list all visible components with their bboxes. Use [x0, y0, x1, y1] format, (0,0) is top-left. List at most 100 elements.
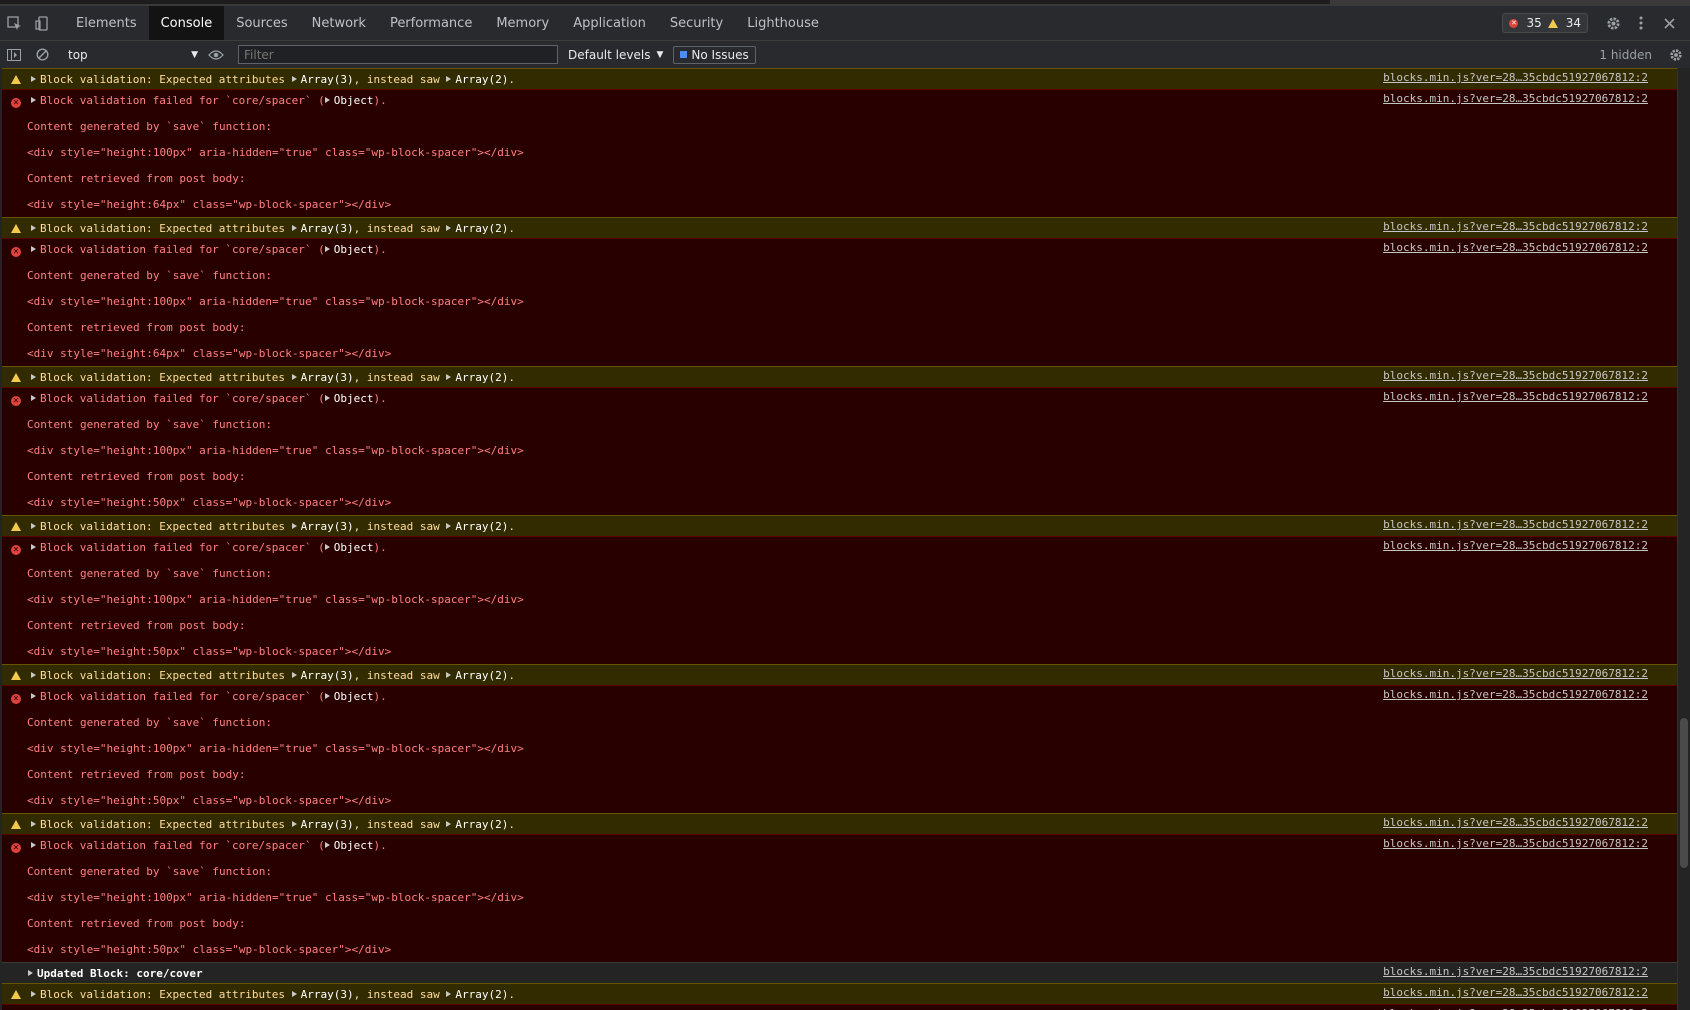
expand-object-icon[interactable]	[324, 544, 330, 550]
close-devtools-icon[interactable]	[1656, 10, 1682, 36]
source-link[interactable]: blocks.min.js?ver=28…35cbdc51927067812:2	[1383, 92, 1648, 105]
source-link[interactable]: blocks.min.js?ver=28…35cbdc51927067812:2	[1383, 369, 1648, 382]
issue-counts[interactable]: ✕ 35 34	[1502, 13, 1588, 33]
expand-message-icon[interactable]	[28, 970, 33, 976]
console-warning-message[interactable]: Block validation: Expected attributes Ar…	[2, 664, 1678, 685]
expand-object-icon[interactable]	[324, 693, 330, 699]
show-sidebar-icon[interactable]	[0, 41, 28, 68]
array-expected: Array(3)	[300, 988, 354, 1001]
tab-memory[interactable]: Memory	[484, 6, 561, 40]
tab-network[interactable]: Network	[300, 6, 378, 40]
source-link[interactable]: blocks.min.js?ver=28…35cbdc51927067812:2	[1383, 390, 1648, 403]
inspect-element-icon[interactable]	[0, 6, 28, 40]
hidden-messages-count: 1 hidden	[1599, 47, 1652, 62]
expand-message-icon[interactable]	[31, 821, 36, 827]
tab-console[interactable]: Console	[148, 6, 225, 40]
expand-array-icon[interactable]	[291, 523, 297, 529]
console-warning-message[interactable]: Block validation: Expected attributes Ar…	[2, 813, 1678, 834]
expand-message-icon[interactable]	[31, 97, 36, 103]
source-link[interactable]: blocks.min.js?ver=28…35cbdc51927067812:2	[1383, 518, 1648, 531]
console-warning-message[interactable]: Block validation: Expected attributes Ar…	[2, 366, 1678, 387]
live-expression-eye-icon[interactable]	[202, 41, 230, 68]
expand-array-icon[interactable]	[291, 821, 297, 827]
tab-performance[interactable]: Performance	[378, 6, 484, 40]
device-toolbar-icon[interactable]	[28, 6, 56, 40]
source-link[interactable]: blocks.min.js?ver=28…35cbdc51927067812:2	[1383, 71, 1648, 84]
warning-text: Block validation: Expected attributes	[40, 222, 286, 235]
expand-message-icon[interactable]	[31, 246, 36, 252]
filter-input[interactable]	[238, 45, 558, 64]
expand-array-icon[interactable]	[291, 374, 297, 380]
source-link[interactable]: blocks.min.js?ver=28…35cbdc51927067812:2	[1383, 816, 1648, 829]
source-link[interactable]: blocks.min.js?ver=28…35cbdc51927067812:2	[1383, 986, 1648, 999]
console-error-message[interactable]: ✕Block validation failed for `core/space…	[2, 387, 1678, 515]
expand-array-icon[interactable]	[446, 76, 452, 82]
expand-array-icon[interactable]	[446, 672, 452, 678]
scrollbar-thumb[interactable]	[1680, 718, 1688, 868]
expand-message-icon[interactable]	[31, 991, 36, 997]
expand-message-icon[interactable]	[31, 842, 36, 848]
expand-array-icon[interactable]	[446, 225, 452, 231]
console-error-message[interactable]: ✕Block validation failed for `core/space…	[2, 89, 1678, 217]
source-link[interactable]: blocks.min.js?ver=28…35cbdc51927067812:2	[1383, 220, 1648, 233]
console-warning-message[interactable]: Block validation: Expected attributes Ar…	[2, 68, 1678, 89]
source-link[interactable]: blocks.min.js?ver=28…35cbdc51927067812:2	[1383, 688, 1648, 701]
console-error-message[interactable]: ✕Block validation failed for `core/space…	[2, 685, 1678, 813]
expand-object-icon[interactable]	[324, 97, 330, 103]
tab-sources[interactable]: Sources	[224, 6, 299, 40]
warning-icon	[11, 521, 21, 534]
expand-message-icon[interactable]	[31, 672, 36, 678]
expand-array-icon[interactable]	[446, 991, 452, 997]
tab-security[interactable]: Security	[658, 6, 735, 40]
expand-array-icon[interactable]	[446, 523, 452, 529]
expand-message-icon[interactable]	[31, 225, 36, 231]
console-settings-gear-icon[interactable]	[1662, 41, 1690, 68]
clear-console-icon[interactable]	[28, 41, 56, 68]
error-object: Object	[333, 839, 374, 852]
expand-array-icon[interactable]	[446, 374, 452, 380]
tab-application[interactable]: Application	[561, 6, 658, 40]
warning-end: .	[508, 520, 515, 533]
warning-icon	[11, 670, 21, 683]
source-link[interactable]: blocks.min.js?ver=28…35cbdc51927067812:2	[1383, 965, 1648, 978]
settings-gear-icon[interactable]	[1600, 10, 1626, 36]
source-link[interactable]: blocks.min.js?ver=28…35cbdc51927067812:2	[1383, 241, 1648, 254]
issues-button[interactable]: No Issues	[673, 45, 756, 64]
expand-object-icon[interactable]	[324, 842, 330, 848]
expand-message-icon[interactable]	[31, 523, 36, 529]
more-options-icon[interactable]	[1628, 10, 1654, 36]
source-link[interactable]: blocks.min.js?ver=28…35cbdc51927067812:2	[1383, 837, 1648, 850]
context-selector[interactable]: top ▼	[64, 48, 202, 62]
console-scrollbar[interactable]	[1677, 68, 1690, 1010]
console-warning-message[interactable]: Block validation: Expected attributes Ar…	[2, 217, 1678, 238]
console-log-message[interactable]: Updated Block: core/cover blocks.min.js?v…	[2, 962, 1678, 983]
expand-message-icon[interactable]	[31, 76, 36, 82]
expand-array-icon[interactable]	[291, 672, 297, 678]
message-header: Block validation failed for `core/spacer…	[31, 243, 387, 256]
console-warning-message[interactable]: Block validation: Expected attributes Ar…	[2, 983, 1678, 1004]
source-link[interactable]: blocks.min.js?ver=28…35cbdc51927067812:2	[1383, 667, 1648, 680]
tab-elements[interactable]: Elements	[64, 6, 149, 40]
page-scrollbar[interactable]	[0, 0, 1330, 4]
expand-array-icon[interactable]	[291, 225, 297, 231]
context-value: top	[68, 47, 88, 62]
console-error-message[interactable]: ✕Block validation failed for `core/space…	[2, 238, 1678, 366]
expand-message-icon[interactable]	[31, 693, 36, 699]
expand-message-icon[interactable]	[31, 395, 36, 401]
warning-text: Block validation: Expected attributes	[40, 669, 286, 682]
expand-object-icon[interactable]	[324, 246, 330, 252]
expand-object-icon[interactable]	[324, 395, 330, 401]
expand-message-icon[interactable]	[31, 374, 36, 380]
log-levels-dropdown[interactable]: Default levels ▼	[568, 48, 663, 62]
expand-array-icon[interactable]	[291, 991, 297, 997]
console-error-message[interactable]: ✕Block validation failed for `core/space…	[2, 536, 1678, 664]
expand-array-icon[interactable]	[446, 821, 452, 827]
tab-lighthouse[interactable]: Lighthouse	[735, 6, 831, 40]
expand-message-icon[interactable]	[31, 544, 36, 550]
console-warning-message[interactable]: Block validation: Expected attributes Ar…	[2, 515, 1678, 536]
warning-mid-text: , instead saw	[353, 818, 440, 831]
console-error-message[interactable]: ✕Block validation failed for `core/space…	[2, 834, 1678, 962]
source-link[interactable]: blocks.min.js?ver=28…35cbdc51927067812:2	[1383, 539, 1648, 552]
expand-array-icon[interactable]	[291, 76, 297, 82]
console-error-message[interactable]: ✕Block validation failed for `core/space…	[2, 1004, 1678, 1010]
